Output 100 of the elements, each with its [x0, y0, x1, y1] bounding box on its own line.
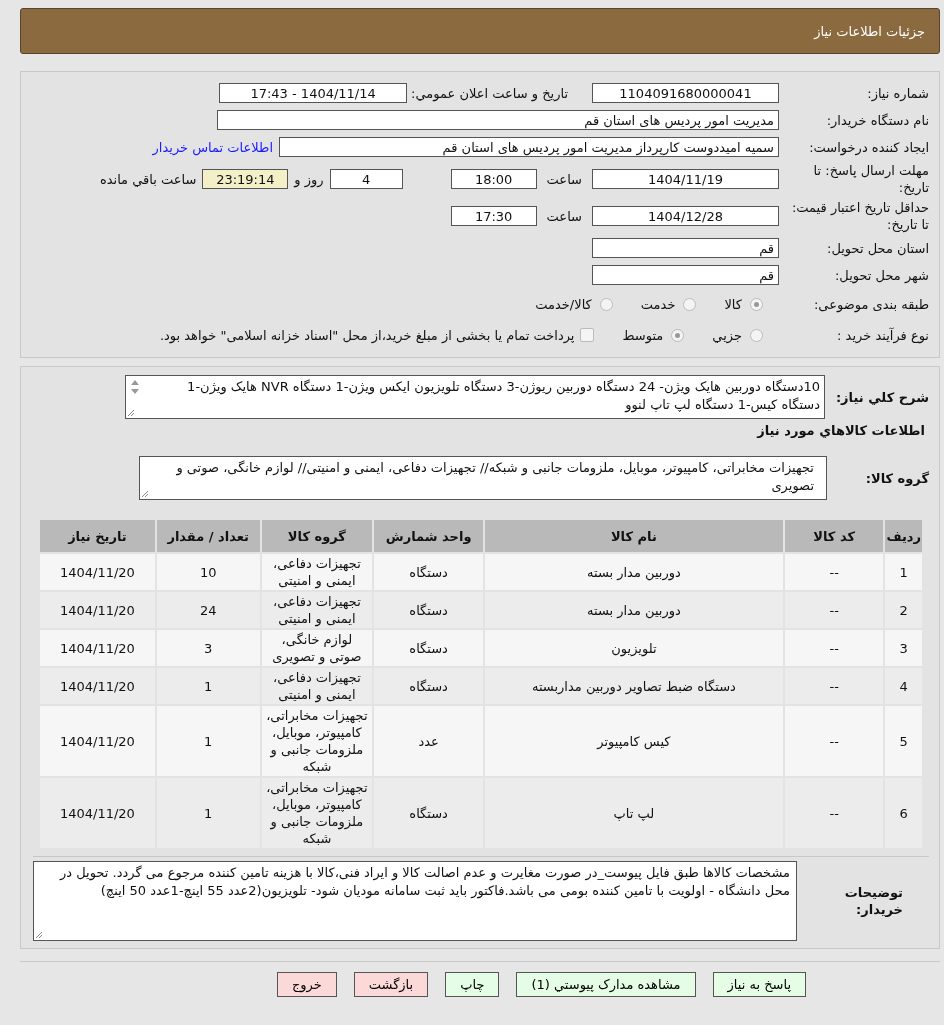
- table-cell: 1404/11/20: [39, 667, 156, 705]
- table-cell: 1404/11/20: [39, 591, 156, 629]
- field-label: روز و: [294, 171, 324, 187]
- goods-group-text: تجهیزات مخابراتی، کامپیوتر، موبایل، ملزومات جانبی و شبکه// تجهیزات دفاعی، ایمنی و امنیتی// لوازم خانگی، صوتی و تصویری: [176, 460, 814, 493]
- notes-textarea[interactable]: [33, 861, 797, 941]
- table-cell: دستگاه ضبط تصاویر دوربین مداربسته: [484, 667, 784, 705]
- table-cell: کیس کامپیوتر: [484, 705, 784, 777]
- summary-text: 10دستگاه دوربین هایک ویژن- 24 دستگاه دوربین ریوژن-3 دستگاه تلویزیون ایکس ویژن-1 دستگاه NVR هایک ویژن-1 دستگاه کیس-1 دستگاه لپ تاپ لنوو: [187, 379, 820, 412]
- table-cell: 1: [884, 553, 923, 591]
- field-label: توضیحات خریدار:: [843, 884, 904, 918]
- table-cell: 1404/11/20: [39, 777, 156, 849]
- table-cell: 6: [884, 777, 923, 849]
- table-cell: دستگاه: [373, 777, 484, 849]
- field-label: شماره نیاز:: [866, 84, 929, 102]
- field-value: قم: [592, 238, 779, 258]
- action-button[interactable]: خروج: [276, 972, 337, 997]
- field-value: قم: [592, 265, 779, 285]
- radio-label: کالا/خدمت: [535, 296, 592, 312]
- table-cell: 5: [884, 705, 923, 777]
- table-cell: تجهیزات دفاعی، ایمنی و امنیتی: [260, 553, 374, 591]
- table-cell: دستگاه: [373, 667, 484, 705]
- table-cell: تجهیزات دفاعی، ایمنی و امنیتی: [260, 591, 374, 629]
- table-cell: تجهیزات مخابراتی، کامپیوتر، موبایل، ملزومات جانبی و شبکه: [260, 705, 374, 777]
- goods-group-textarea[interactable]: تجهیزات مخابراتی، کامپیوتر، موبایل، ملزومات جانبی و شبکه// تجهیزات دفاعی، ایمنی و امنیتی// لوازم خانگی، صوتی و تصویری: [139, 456, 827, 500]
- field-label: مهلت ارسال پاسخ: تا تاریخ:: [812, 162, 929, 196]
- table-cell: 10: [155, 553, 261, 591]
- field-label: شهر محل تحویل:: [833, 266, 929, 284]
- field-label: استان محل تحویل:: [826, 239, 929, 257]
- table-cell: تجهیزات مخابراتی، کامپیوتر، موبایل، ملزومات جانبی و شبکه: [260, 777, 374, 849]
- radio-button[interactable]: [750, 328, 763, 342]
- field-label: نام دستگاه خریدار:: [825, 111, 929, 129]
- column-header: ردیف: [884, 519, 923, 553]
- field-label: شرح کلي نياز:: [834, 388, 929, 406]
- field-value: 1404/11/14 - 17:43: [219, 83, 408, 103]
- table-cell: --: [783, 629, 885, 667]
- column-header: تاریخ نیاز: [39, 519, 156, 553]
- table-cell: دستگاه: [373, 629, 484, 667]
- table-cell: 1404/11/20: [39, 629, 156, 667]
- table-cell: 3: [155, 629, 261, 667]
- table-cell: دوربین مدار بسته: [484, 591, 784, 629]
- action-button[interactable]: چاپ: [445, 972, 500, 997]
- radio-button[interactable]: [683, 297, 697, 311]
- resize-grip-icon[interactable]: [127, 409, 135, 417]
- field-label: حداقل تاریخ اعتبار قیمت: تا تاریخ:: [791, 199, 929, 233]
- checkbox[interactable]: [580, 328, 595, 342]
- resize-grip-icon[interactable]: [141, 490, 149, 498]
- field-value: 18:00: [450, 169, 537, 189]
- table-cell: لپ تاپ: [484, 777, 784, 849]
- table-cell: 3: [884, 629, 923, 667]
- table-cell: 1: [155, 667, 261, 705]
- resize-grip-icon[interactable]: [35, 931, 43, 939]
- table-cell: 1: [155, 705, 261, 777]
- radio-button[interactable]: [599, 297, 613, 311]
- radio-button[interactable]: [671, 328, 685, 342]
- contact-link[interactable]: اطلاعات تماس خریدار: [152, 139, 273, 155]
- column-header: تعداد / مقدار: [155, 519, 261, 553]
- field-value: 1404/11/19: [592, 169, 779, 189]
- action-button[interactable]: مشاهده مدارک پیوستي (1): [516, 972, 696, 997]
- table-cell: دستگاه: [373, 553, 484, 591]
- page-title: جزئیات اطلاعات نیاز: [814, 23, 925, 39]
- summary-textarea[interactable]: 10دستگاه دوربین هایک ویژن- 24 دستگاه دوربین ریوژن-3 دستگاه تلویزیون ایکس ویژن-1 دستگاه NVR هایک ویژن-1 دستگاه کیس-1 دستگاه لپ تاپ لنوو: [125, 375, 825, 419]
- action-button[interactable]: بازگشت: [353, 972, 429, 997]
- field-label: نوع فرآیند خرید :: [836, 326, 929, 344]
- radio-label: کالا: [724, 296, 742, 312]
- table-cell: --: [783, 777, 885, 849]
- field-value: 17:30: [450, 206, 537, 226]
- action-button[interactable]: پاسخ به نیاز: [712, 972, 806, 997]
- checkbox-label: پرداخت تمام یا بخشی از مبلغ خرید،از محل "اسناد خزانه اسلامی" خواهد بود.: [159, 327, 575, 343]
- radio-label: جزيي: [712, 327, 742, 343]
- field-value: 1404/12/28: [592, 206, 779, 226]
- notes-text: مشخصات کالاها طبق فایل پیوست_در صورت مغایرت و عدم اصالت کالا و ایراد فنی،کالا با هزینه تامین کننده مرجوع می گردد. تحویل در محل دانشگاه - اولویت با تامین کننده بومی می باشد.فاکتور باید ثبت سامانه مودیان شود- تلویزیون(2عدد 55 اینچ-1عدد 50 اینچ): [60, 865, 790, 898]
- column-header: واحد شمارش: [373, 519, 484, 553]
- field-label: ساعت باقي مانده: [99, 171, 197, 187]
- table-cell: --: [783, 553, 885, 591]
- scroll-arrows-icon[interactable]: [128, 378, 142, 396]
- table-cell: --: [783, 591, 885, 629]
- table-cell: تجهیزات دفاعی، ایمنی و امنیتی: [260, 667, 374, 705]
- field-label: تاریخ و ساعت اعلان عمومي:: [411, 85, 568, 101]
- field-value: 1104091680000041: [592, 83, 779, 103]
- countdown-value: 23:19:14: [202, 169, 289, 189]
- column-header: کد کالا: [783, 519, 885, 553]
- table-cell: دستگاه: [373, 591, 484, 629]
- table-cell: 24: [155, 591, 261, 629]
- table-cell: دوربین مدار بسته: [484, 553, 784, 591]
- column-header: نام کالا: [484, 519, 784, 553]
- table-cell: تلویزیون: [484, 629, 784, 667]
- field-label: ساعت: [546, 171, 582, 187]
- field-label: طبقه بندی موضوعی:: [812, 295, 929, 313]
- table-cell: عدد: [373, 705, 484, 777]
- column-header: گروه کالا: [260, 519, 374, 553]
- radio-label: متوسط: [622, 327, 664, 343]
- table-cell: 1: [155, 777, 261, 849]
- table-cell: --: [783, 667, 885, 705]
- field-label: ایجاد کننده درخواست:: [808, 138, 929, 156]
- radio-button[interactable]: [750, 297, 763, 311]
- field-value: سمیه امیددوست کارپرداز مدیریت امور پردیس های استان قم: [279, 137, 779, 157]
- table-cell: 1404/11/20: [39, 705, 156, 777]
- field-value: مدیریت امور پردیس های استان قم: [217, 110, 779, 130]
- table-cell: 2: [884, 591, 923, 629]
- field-label: گروه کالا:: [864, 469, 929, 487]
